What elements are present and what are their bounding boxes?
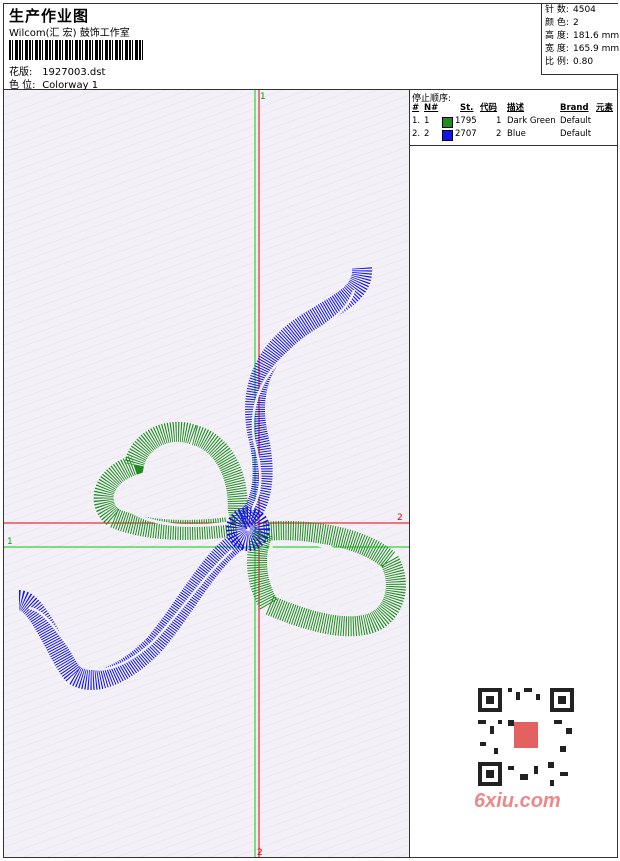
stat-width: 宽 度: 165.9 mm <box>545 44 620 54</box>
barcode <box>9 40 143 60</box>
stop-sequence-table: # N# St. 代码 描述 Brand 元素 1. 1 1795 1 Dark… <box>412 102 615 141</box>
watermark-logo: 6xiu.com <box>474 790 561 812</box>
panel-divider <box>410 145 617 146</box>
blue-ribbon <box>16 267 372 690</box>
stat-stitches: 针 数: 4504 <box>545 5 596 15</box>
sheet-title: 生产作业图 <box>9 7 90 25</box>
color-swatch <box>442 130 453 141</box>
qr-code <box>468 680 584 796</box>
table-row[interactable]: 1. 1 1795 1 Dark Green Default <box>412 115 615 128</box>
table-row[interactable]: 2. 2 2707 2 Blue Default <box>412 128 615 141</box>
table-header: # N# St. 代码 描述 Brand 元素 <box>412 103 614 113</box>
design-canvas[interactable]: 1 2 1 2 <box>4 90 410 857</box>
axis-label-h2: 2 <box>397 513 403 523</box>
design-stats: 针 数: 4504 颜 色: 2 高 度: 181.6 mm 宽 度: 165.9 mm… <box>541 4 620 75</box>
stat-scale: 比 例: 0.80 <box>545 57 594 67</box>
company-name: Wilcom(汇 宏) 鼓饰工作室 <box>9 28 130 39</box>
qr-code-icon <box>468 680 584 796</box>
embroidery-design: 1 2 1 2 <box>4 90 409 857</box>
sheet-header: 生产作业图 Wilcom(汇 宏) 鼓饰工作室 花版: 1927003.dst … <box>4 4 620 91</box>
axis-label-h1: 1 <box>7 537 13 547</box>
axis-label-v2: 2 <box>257 848 263 857</box>
colorway-label: 色 位: <box>9 80 36 91</box>
color-swatch <box>442 117 453 128</box>
green-loops <box>93 421 406 637</box>
stat-colors: 颜 色: 2 <box>545 18 579 28</box>
qr-logo <box>514 722 538 748</box>
colorway-info: 色 位: Colorway 1 <box>9 76 98 91</box>
stat-height: 高 度: 181.6 mm <box>545 31 620 41</box>
axis-label-v1: 1 <box>260 92 266 102</box>
